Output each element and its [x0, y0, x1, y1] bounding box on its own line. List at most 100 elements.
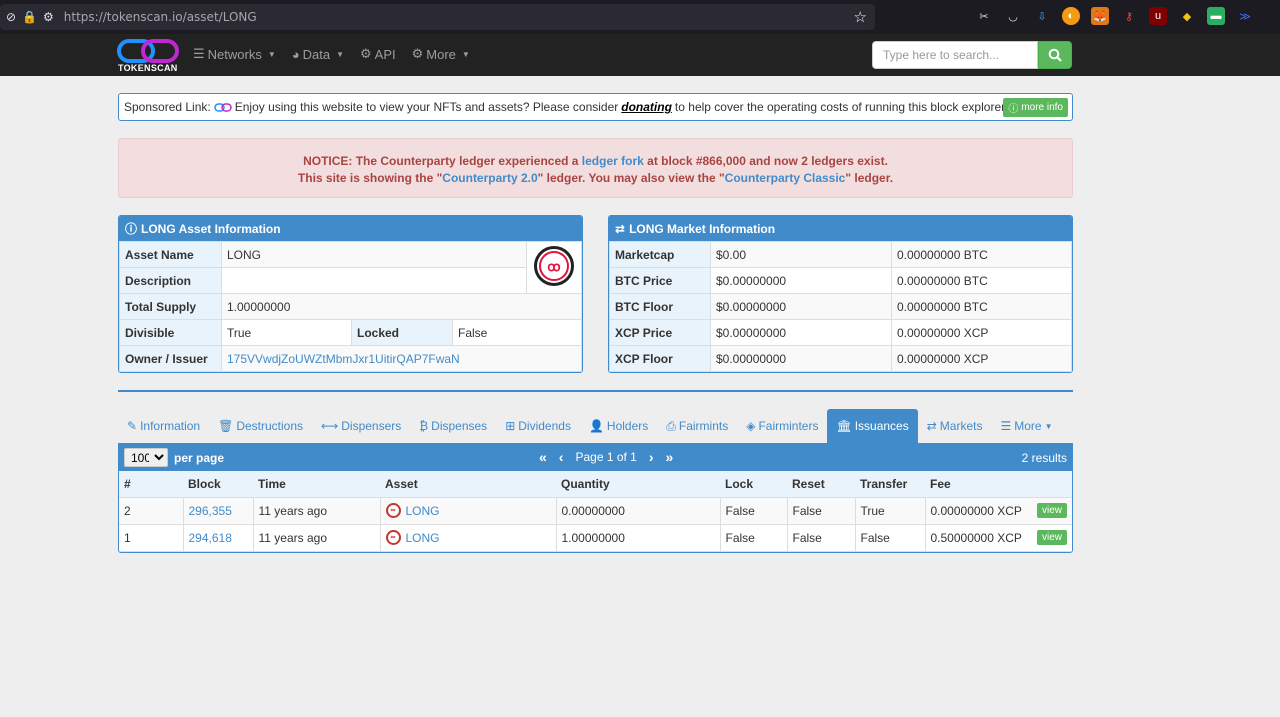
tab-dividends[interactable]: ⊞ Dividends	[496, 409, 580, 443]
bitcoin-icon: ₿	[419, 419, 429, 433]
market-info-header: ⇄ LONG Market Information	[609, 216, 1072, 241]
download-icon[interactable]: ⇩	[1033, 7, 1051, 25]
nav-more[interactable]: ⚙ More ▼	[412, 46, 470, 62]
tab-holders[interactable]: 👤 Holders	[580, 409, 657, 443]
caret-down-icon: ▼	[1044, 421, 1053, 431]
asset-logo-icon: ∞	[385, 503, 401, 518]
sitemap-icon: ⊞	[505, 419, 516, 433]
last-page-icon[interactable]: »	[666, 449, 674, 465]
counterparty-classic-link[interactable]: Counterparty Classic	[725, 171, 846, 185]
asset-link[interactable]: LONG	[406, 504, 440, 518]
browser-toolbar: ⊘ 🔒 ⚙ https://tokenscan.io/asset/LONG ☆ …	[0, 0, 1280, 34]
address-bar[interactable]: ⊘ 🔒 ⚙ https://tokenscan.io/asset/LONG ☆	[0, 4, 875, 30]
ledger-fork-link[interactable]: ledger fork	[582, 154, 644, 168]
results-count: 2 results	[1021, 451, 1067, 465]
tab-information[interactable]: ✎ Information	[118, 409, 209, 443]
lock-icon[interactable]: 🔒	[22, 10, 37, 24]
ledger-fork-notice: NOTICE: The Counterparty ledger experien…	[118, 138, 1073, 198]
tab-dispensers[interactable]: ⟷ Dispensers	[312, 409, 410, 443]
bookmark-star-icon[interactable]: ☆	[854, 8, 867, 26]
more-info-button[interactable]: ⓘ more info	[1003, 98, 1068, 117]
tab-fairminters[interactable]: ◈ Fairminters	[737, 409, 827, 443]
asset-logo-icon: ꝏ	[534, 246, 574, 286]
database-icon: ☰	[193, 46, 205, 61]
asset-link[interactable]: LONG	[406, 531, 440, 545]
pencil-icon: ✎	[127, 419, 138, 433]
print-icon: ⎙	[666, 418, 676, 433]
nav-networks[interactable]: ☰ Networks ▼	[193, 46, 276, 62]
asset-tabs: ✎ Information 🗑 Destructions ⟷ Dispensers ₿…	[118, 409, 1073, 443]
arrows-h-icon: ⟷	[321, 419, 339, 433]
url-text[interactable]: https://tokenscan.io/asset/LONG	[64, 10, 257, 24]
site-navbar: TOKENSCAN ☰ Networks ▼ ◕ Data ▼ ⚙ API ⚙ More ▼	[0, 34, 1280, 76]
issuances-table: # Block Time Asset Quantity Lock Reset T…	[119, 471, 1072, 552]
search-form	[872, 41, 1072, 69]
exchange-icon: ⇄	[926, 419, 937, 433]
trash-icon: 🗑	[218, 419, 234, 433]
sponsored-banner: Sponsored Link: Enjoy using this website…	[118, 93, 1073, 121]
table-row: 1 294,618 11 years ago ∞ LONG 1.00000000 …	[119, 524, 1072, 552]
asset-info-panel: ⓘ LONG Asset Information Asset Name LONG …	[118, 215, 583, 373]
view-button[interactable]: view	[1036, 502, 1067, 518]
user-icon: 👤	[588, 419, 604, 433]
gear-icon: ⚙	[411, 46, 424, 61]
list-icon: ☰	[1000, 419, 1012, 433]
block-link[interactable]: 296,355	[189, 504, 232, 518]
market-info-table: Marketcap $0.00 0.00000000 BTC BTC Price $0…	[609, 241, 1072, 372]
asset-icon-cell: ꝏ	[526, 241, 582, 294]
chevrons-icon[interactable]: ≫	[1236, 7, 1254, 25]
asset-info-table: Asset Name LONG ꝏ Description Total Supp…	[119, 241, 582, 372]
first-page-icon[interactable]: «	[539, 449, 547, 465]
market-info-panel: ⇄ LONG Market Information Marketcap $0.00 0…	[608, 215, 1073, 373]
svg-text:ꝏ: ꝏ	[547, 259, 560, 274]
info-circle-icon: ⓘ	[125, 222, 138, 236]
tag-extension-icon[interactable]: ◆	[1178, 7, 1196, 25]
key-icon[interactable]: ⚷	[1120, 7, 1138, 25]
extension-icon[interactable]: ◐	[1062, 7, 1080, 25]
nav-menu: ☰ Networks ▼ ◕ Data ▼ ⚙ API ⚙ More ▼	[193, 46, 470, 62]
caret-down-icon: ▼	[336, 49, 345, 59]
logo-text: TOKENSCAN	[118, 63, 178, 73]
exchange-icon: ⇄	[615, 221, 626, 236]
nav-data[interactable]: ◕ Data ▼	[292, 46, 344, 62]
gears-icon: ⚙	[360, 46, 372, 61]
counterparty-2-link[interactable]: Counterparty 2.0	[442, 171, 537, 185]
tab-issuances[interactable]: 🏛 Issuances	[827, 409, 918, 443]
per-page-select[interactable]: 100	[124, 448, 168, 467]
next-page-icon[interactable]: ›	[649, 449, 654, 465]
caret-down-icon: ▼	[461, 49, 470, 59]
search-button[interactable]	[1038, 41, 1072, 69]
owner-address-link[interactable]: 175VVwdjZoUWZtMbmJxr1UitirQAP7FwaN	[227, 352, 460, 366]
block-link[interactable]: 294,618	[189, 531, 232, 545]
page-indicator: Page 1 of 1	[575, 450, 637, 464]
tab-fairmints[interactable]: ⎙ Fairmints	[657, 409, 737, 443]
donate-link[interactable]: donating	[621, 100, 672, 114]
pagination: « ‹ Page 1 of 1 › »	[539, 449, 673, 465]
info-icon: ⓘ	[1008, 104, 1019, 115]
screenshot-icon[interactable]: ✂	[975, 7, 993, 25]
search-input[interactable]	[872, 41, 1038, 69]
issuances-toolbar: 100 per page « ‹ Page 1 of 1 › » 2 resul…	[119, 444, 1072, 471]
tab-markets[interactable]: ⇄ Markets	[918, 409, 992, 443]
ublock-icon[interactable]: u	[1149, 7, 1167, 25]
tokenscan-mini-logo-icon	[213, 102, 232, 112]
wallet-extension-icon[interactable]: ▬	[1207, 7, 1225, 25]
section-divider	[118, 390, 1073, 392]
bank-icon: 🏛	[836, 419, 852, 433]
table-row: 2 296,355 11 years ago ∞ LONG 0.00000000 …	[119, 497, 1072, 525]
tab-more[interactable]: ☰ More ▼	[991, 409, 1061, 443]
dashboard-icon: ◕	[291, 46, 300, 62]
tab-destructions[interactable]: 🗑 Destructions	[209, 409, 312, 443]
shield-icon[interactable]: ⊘	[6, 10, 16, 24]
caret-down-icon: ▼	[267, 49, 276, 59]
pocket-icon[interactable]: ◡	[1004, 7, 1022, 25]
tab-dispenses[interactable]: ₿ Dispenses	[410, 409, 496, 443]
metamask-icon[interactable]: 🦊	[1091, 7, 1109, 25]
view-button[interactable]: view	[1036, 529, 1067, 545]
search-icon	[1048, 48, 1062, 62]
extensions-bar: ✂ ◡ ⇩ ◐ 🦊 ⚷ u ◆ ▬ ≫	[975, 7, 1254, 25]
issuances-panel: 100 per page « ‹ Page 1 of 1 › » 2 resul…	[118, 443, 1073, 553]
prev-page-icon[interactable]: ‹	[559, 449, 564, 465]
nav-api[interactable]: ⚙ API	[360, 46, 396, 62]
permissions-icon[interactable]: ⚙	[43, 10, 54, 24]
